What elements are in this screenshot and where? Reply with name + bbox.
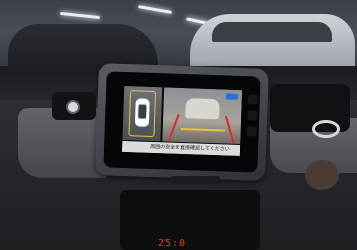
hazard-switch-slot [170,176,220,184]
own-car-top-icon [134,98,150,127]
vent-ring-icon [312,120,340,138]
lower-console [120,190,260,250]
warning-guide-line-left [168,114,180,142]
side-button[interactable] [247,110,258,121]
rear-parked-car [185,98,220,120]
birds-eye-view [122,85,163,142]
vent-knob-icon [66,100,80,114]
screen-bezel: 周囲の安全を直接確認してください [103,71,261,173]
side-button[interactable] [246,126,257,137]
view-mode-chip [225,93,239,100]
camera-display: 周囲の安全を直接確認してください [121,85,243,157]
car-interior-photo: 25:0 周囲の安全を直接確認してください [0,0,357,250]
parked-car-right-window [212,22,332,42]
control-knob [305,160,339,190]
unit-side-buttons [244,94,260,154]
infotainment-unit: 周囲の安全を直接確認してください [95,63,269,181]
dashboard-clock: 25:0 [158,238,187,249]
warning-guide-line-right [224,115,235,144]
distance-guide-line [180,127,225,132]
rear-camera-view [162,87,243,145]
side-button[interactable] [247,94,259,105]
